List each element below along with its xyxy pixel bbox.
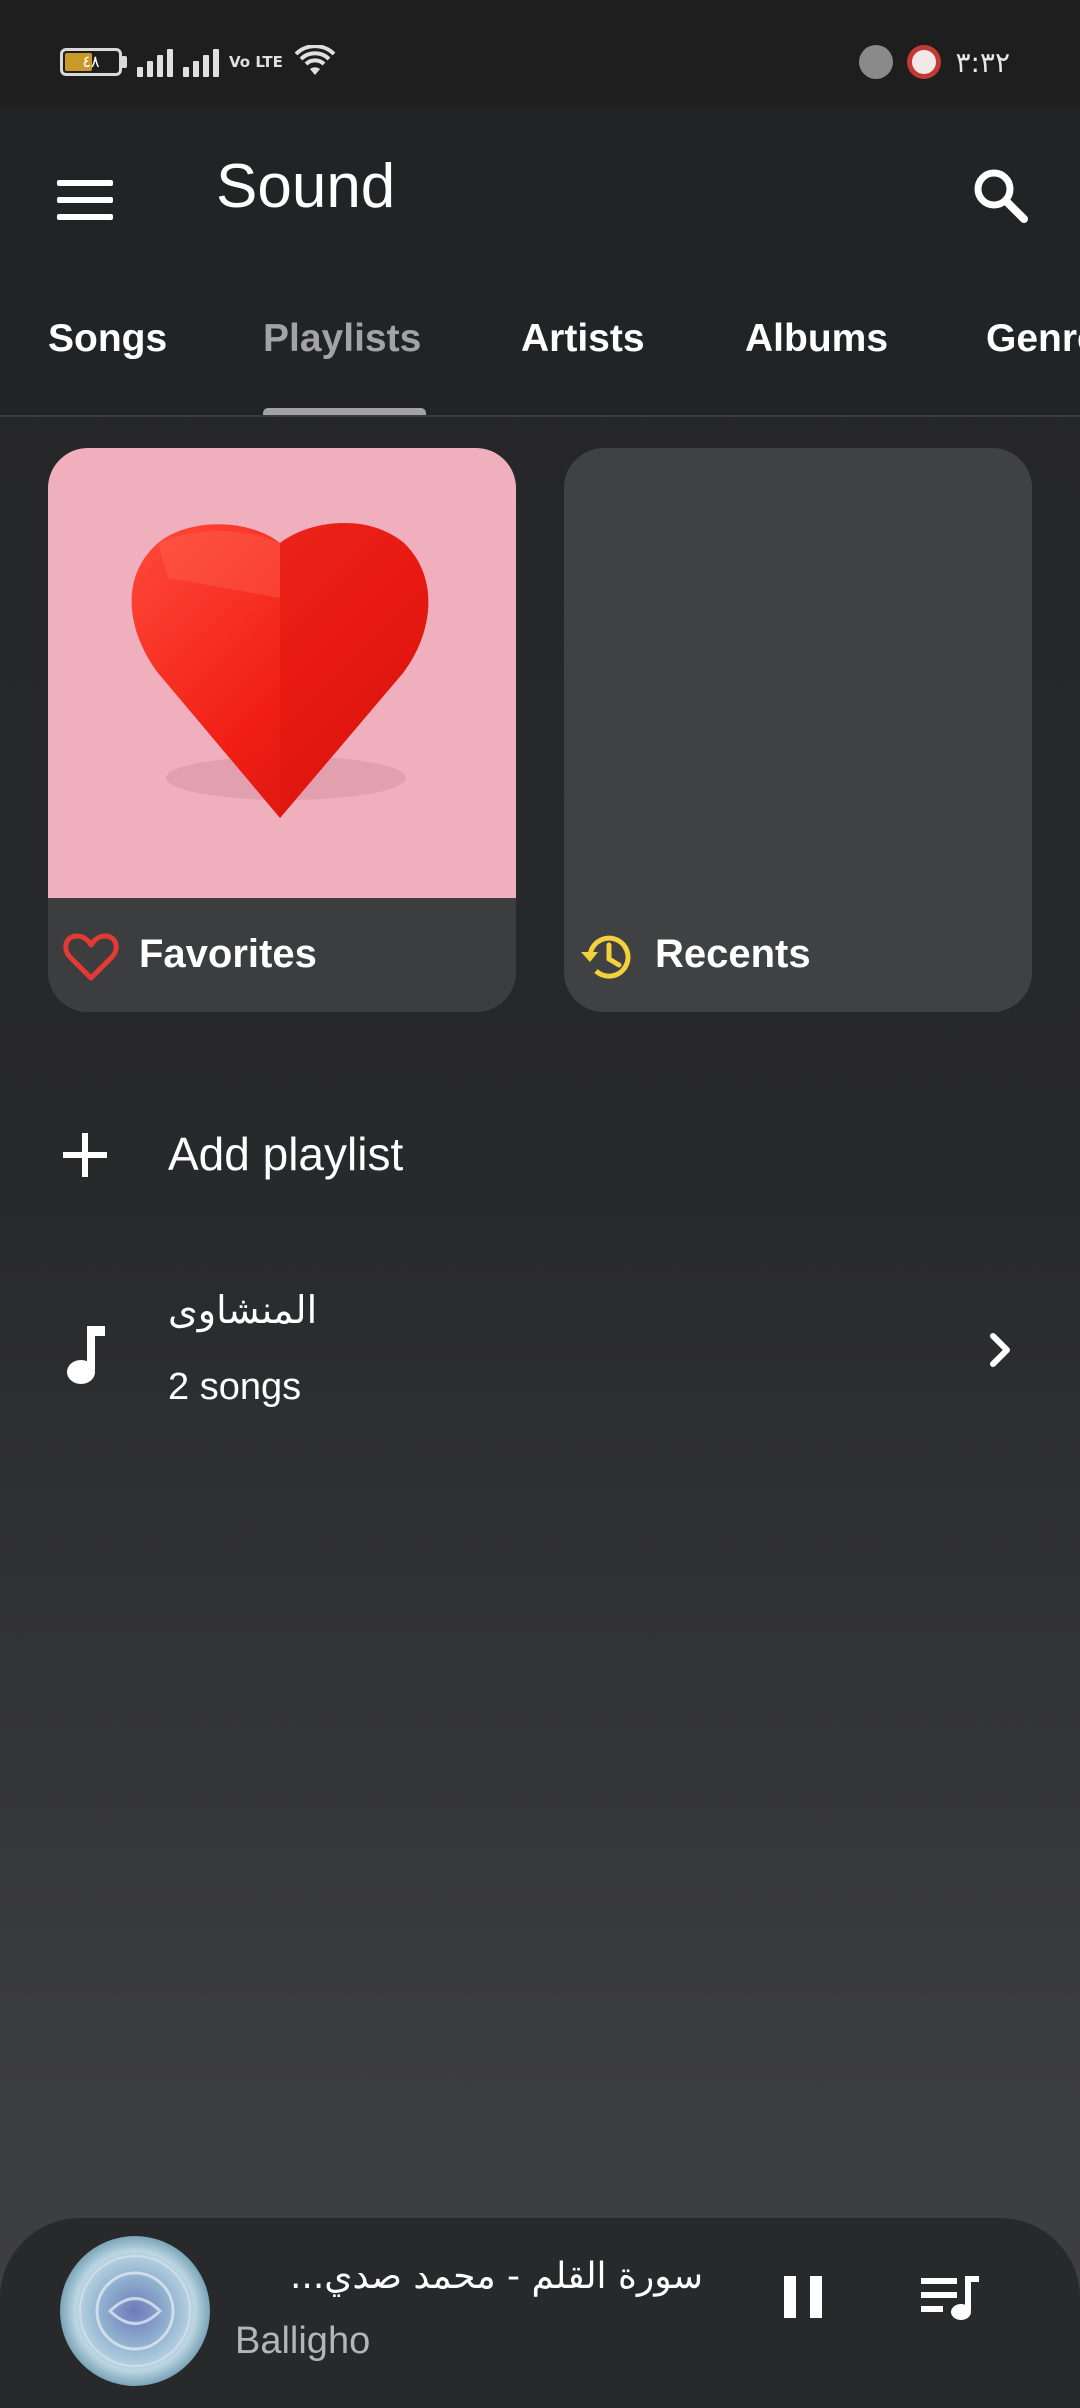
- playlist-song-count: 2 songs: [168, 1366, 302, 1408]
- app-notification-icon: [907, 45, 942, 79]
- signal-icon: [137, 47, 173, 77]
- queue-button[interactable]: [910, 2262, 990, 2332]
- recents-footer: Recents: [564, 898, 1032, 1012]
- favorites-card[interactable]: Favorites: [48, 448, 516, 1012]
- favorites-cover: [48, 448, 516, 898]
- add-playlist-button[interactable]: Add playlist: [0, 1085, 1080, 1225]
- tab-bar: Songs Playlists Artists Albums Genre: [0, 275, 1080, 417]
- signal-icon-2: [183, 47, 219, 77]
- tab-playlists[interactable]: Playlists: [263, 317, 421, 361]
- playlist-title: المنشاوى: [168, 1288, 318, 1332]
- app-bar: Sound: [0, 105, 1080, 275]
- tab-genre[interactable]: Genre: [986, 317, 1080, 361]
- pause-button[interactable]: [768, 2262, 838, 2332]
- recents-cover: [564, 448, 1032, 898]
- page-title: Sound: [216, 152, 396, 221]
- recents-label: Recents: [655, 932, 811, 976]
- recents-card[interactable]: Recents: [564, 448, 1032, 1012]
- status-time: ٣:٣٢: [955, 45, 1010, 79]
- battery-icon: ٤٨: [60, 48, 122, 76]
- notification-icon: [859, 45, 894, 79]
- wifi-icon: [294, 45, 336, 75]
- now-playing-title: سورة القلم - محمد صدي...: [289, 2256, 703, 2297]
- status-bar: ٤٨ Vo LTE ٣:٣٢: [0, 0, 1080, 105]
- heart-outline-icon: [62, 928, 120, 986]
- hamburger-menu-icon: [57, 180, 113, 220]
- heart-cover-icon: [131, 523, 429, 818]
- search-icon: [974, 169, 1028, 223]
- album-art[interactable]: [60, 2236, 210, 2386]
- chevron-right-icon: [970, 1320, 1030, 1380]
- tab-indicator: [263, 408, 426, 415]
- plus-icon: [55, 1125, 115, 1185]
- history-icon: [578, 928, 636, 986]
- status-right: ٣:٣٢: [859, 42, 1010, 82]
- add-playlist-label: Add playlist: [168, 1128, 404, 1180]
- mini-player[interactable]: سورة القلم - محمد صدي... Balligho: [0, 2218, 1080, 2408]
- menu-button[interactable]: [40, 155, 130, 245]
- queue-music-icon: [921, 2276, 979, 2320]
- favorites-footer: Favorites: [48, 898, 516, 1012]
- search-button[interactable]: [955, 150, 1045, 240]
- music-note-icon: [50, 1315, 120, 1395]
- status-indicators: ٤٨ Vo LTE: [60, 42, 337, 82]
- volte-icon: Vo LTE: [229, 52, 283, 71]
- tab-artists[interactable]: Artists: [521, 317, 645, 361]
- battery-level: ٤٨: [82, 52, 100, 71]
- now-playing-artist: Balligho: [235, 2320, 371, 2362]
- playlist-item[interactable]: المنشاوى 2 songs: [0, 1270, 1080, 1420]
- pause-icon: [784, 2276, 822, 2318]
- tab-songs[interactable]: Songs: [48, 317, 167, 361]
- tab-albums[interactable]: Albums: [745, 317, 888, 361]
- favorites-label: Favorites: [139, 932, 317, 976]
